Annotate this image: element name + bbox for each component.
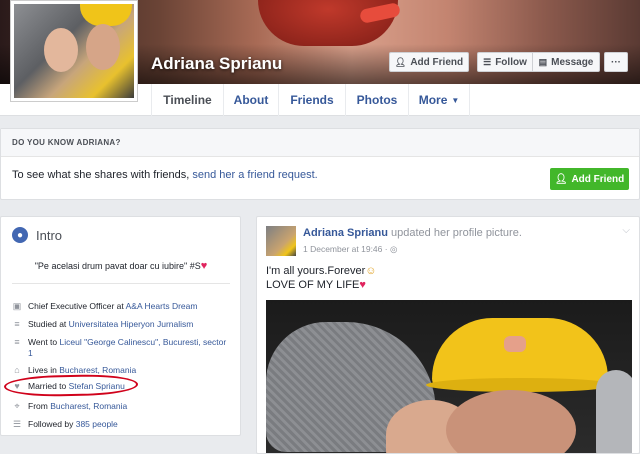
add-friend-icon: 👤︎	[554, 173, 568, 185]
add-friend-label: Add Friend	[410, 56, 464, 68]
heart-icon: ♥	[359, 279, 366, 291]
intro-item-link[interactable]: 385 people	[76, 419, 118, 429]
photo-detail	[504, 336, 526, 352]
intro-item-from: ⌖ From Bucharest, Romania	[12, 401, 232, 412]
do-you-know-panel: DO YOU KNOW ADRIANA? To see what she sha…	[0, 128, 640, 200]
post-line-2: LOVE OF MY LIFE	[266, 279, 360, 291]
intro-item-prefix: Went to	[28, 337, 60, 347]
graduation-icon: ≡	[14, 337, 20, 347]
do-you-know-text: To see what she shares with friends, sen…	[12, 169, 318, 181]
post-line-1: I'm all yours.Forever	[266, 265, 366, 277]
tab-label: Timeline	[163, 93, 212, 107]
post-header: Adriana Sprianu updated her profile pict…	[303, 227, 522, 239]
profile-picture-post: Adriana Sprianu updated her profile pict…	[256, 216, 640, 454]
intro-item-highschool: ≡ Went to Liceul "George Calinescu", Buc…	[12, 337, 232, 359]
photo-detail	[86, 24, 120, 70]
photo-detail	[596, 370, 632, 453]
add-friend-primary-label: Add Friend	[571, 173, 625, 185]
location-icon: ⌖	[14, 401, 20, 411]
post-photo[interactable]	[266, 300, 632, 453]
intro-item-text: Followed by 385 people	[28, 419, 118, 430]
intro-item-prefix: Followed by	[28, 419, 76, 429]
do-you-know-sentence: To see what she shares with friends,	[12, 169, 193, 181]
intro-item-prefix: Studied at	[28, 319, 69, 329]
heart-icon: ♥	[200, 260, 208, 272]
follow-label: Follow	[495, 56, 527, 68]
add-friend-button[interactable]: 👤︎ Add Friend	[389, 52, 469, 72]
rss-icon: ☰	[483, 56, 492, 67]
post-action-text: updated her profile picture.	[387, 227, 522, 239]
profile-name[interactable]: Adriana Sprianu	[151, 54, 282, 74]
intro-item-text: Chief Executive Officer at A&A Hearts Dr…	[28, 301, 197, 312]
profile-photo-image	[14, 4, 134, 98]
intro-item-link[interactable]: A&A Hearts Dream	[126, 301, 198, 311]
photo-detail	[80, 4, 132, 26]
globe-icon: ◎	[389, 244, 398, 254]
send-friend-request-link[interactable]: send her a friend request.	[192, 169, 317, 181]
post-author-link[interactable]: Adriana Sprianu	[303, 227, 388, 239]
intro-item-work: ▣ Chief Executive Officer at A&A Hearts …	[12, 301, 232, 312]
profile-picture[interactable]	[10, 0, 138, 102]
caret-down-icon: ▼	[451, 95, 460, 105]
add-friend-icon: 👤︎	[394, 56, 407, 67]
message-label: Message	[551, 56, 594, 68]
tab-friends[interactable]: Friends	[278, 84, 345, 116]
message-icon: ▤	[538, 56, 548, 67]
globe-icon: ●	[12, 227, 28, 243]
intro-item-link[interactable]: Universitatea Hiperyon Jurnalism	[69, 319, 194, 329]
intro-item-text: From Bucharest, Romania	[28, 401, 127, 412]
intro-item-prefix: Lives in	[28, 365, 60, 375]
intro-item-lives: ⌂ Lives in Bucharest, Romania	[12, 365, 232, 376]
couple-emoji-icon: ☺	[365, 265, 377, 277]
intro-item-university: ≡ Studied at Universitatea Hiperyon Jurn…	[12, 319, 232, 330]
intro-item-link[interactable]: Bucharest, Romania	[50, 401, 127, 411]
post-time-link[interactable]: 1 December at 19:46	[303, 244, 382, 254]
tab-about[interactable]: About	[223, 84, 278, 116]
intro-item-prefix: From	[28, 401, 51, 411]
follow-button[interactable]: ☰ Follow	[477, 52, 533, 72]
intro-item-link[interactable]: Bucharest, Romania	[59, 365, 136, 375]
message-button[interactable]: ▤ Message	[533, 52, 600, 72]
do-you-know-heading: DO YOU KNOW ADRIANA?	[1, 129, 639, 157]
intro-heading: ● Intro	[12, 227, 62, 243]
chevron-down-icon[interactable]: ⌵	[622, 225, 630, 236]
tab-photos[interactable]: Photos	[345, 84, 408, 116]
avatar[interactable]	[266, 226, 296, 256]
tab-label: About	[233, 93, 269, 107]
intro-item-text: Went to Liceul "George Calinescu", Bucur…	[28, 337, 232, 359]
add-friend-primary-button[interactable]: 👤︎ Add Friend	[550, 168, 629, 190]
intro-card: ● Intro "Pe acelasi drum pavat doar cu i…	[0, 216, 241, 436]
post-timestamp: 1 December at 19:46 · ◎	[303, 244, 398, 254]
more-options-label: ···	[611, 56, 621, 68]
bio-text: "Pe acelasi drum pavat doar cu iubire" #…	[34, 261, 201, 271]
divider	[12, 283, 230, 284]
photo-detail	[44, 28, 78, 72]
briefcase-icon: ▣	[12, 301, 22, 311]
tab-label: Friends	[290, 93, 334, 107]
intro-item-text: Studied at Universitatea Hiperyon Jurnal…	[28, 319, 193, 330]
post-text: I'm all yours.Forever☺ LOVE OF MY LIFE♥	[266, 264, 377, 292]
home-icon: ⌂	[14, 365, 20, 375]
tab-label: More	[418, 93, 448, 107]
rss-icon: ☰	[12, 419, 22, 429]
tab-more[interactable]: More ▼	[408, 84, 470, 116]
more-options-button[interactable]: ···	[604, 52, 628, 72]
intro-item-prefix: Chief Executive Officer at	[28, 301, 126, 311]
intro-item-followers: ☰ Followed by 385 people	[12, 419, 232, 430]
graduation-icon: ≡	[14, 319, 20, 329]
intro-bio: "Pe acelasi drum pavat doar cu iubire" #…	[1, 260, 241, 272]
tab-label: Photos	[356, 93, 398, 107]
tab-timeline[interactable]: Timeline	[151, 84, 223, 116]
intro-title: Intro	[36, 227, 63, 243]
photo-detail	[446, 390, 576, 453]
